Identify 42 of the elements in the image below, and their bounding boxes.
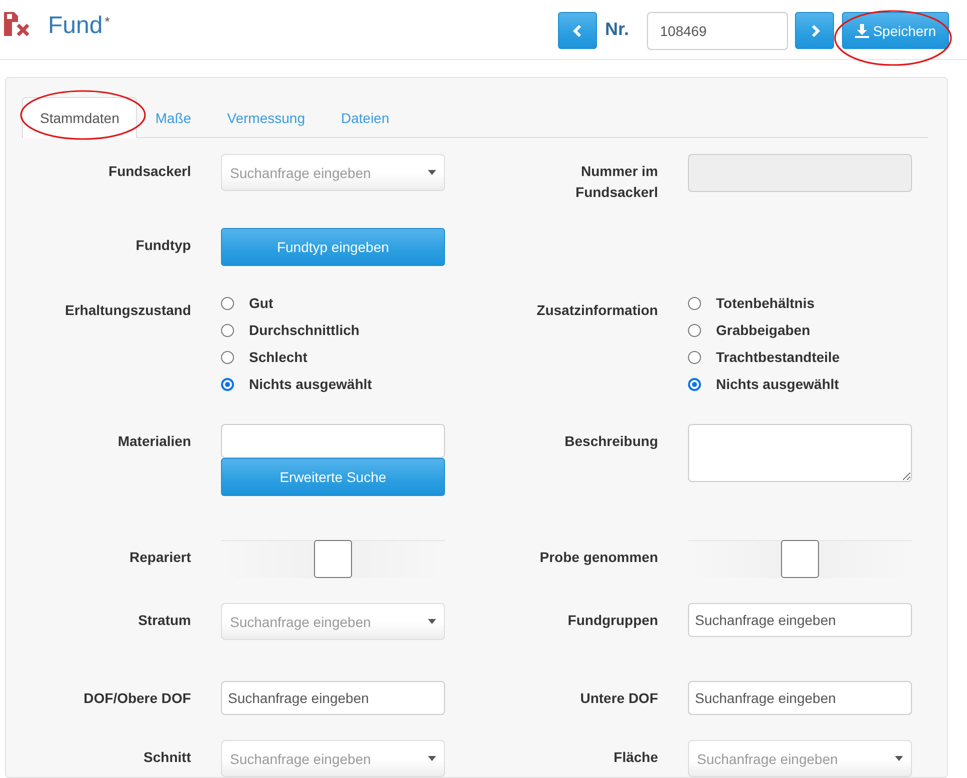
radio-option[interactable]: Gut — [221, 294, 445, 312]
field-label: Fläche — [614, 748, 658, 767]
number-label: Nr. — [605, 19, 630, 40]
radio-option[interactable]: Nichts ausgewählt — [221, 375, 445, 393]
search-field[interactable]: Suchanfrage eingeben — [688, 603, 912, 637]
search-field[interactable]: Suchanfrage eingeben — [221, 681, 445, 715]
number-field[interactable]: 108469 — [647, 12, 788, 50]
download-icon — [854, 24, 869, 38]
field-label: Zusatzinformation — [536, 301, 658, 320]
caret-icon — [428, 170, 436, 175]
field-label: Repariert — [130, 548, 191, 567]
field-label: Probe genommen — [540, 548, 658, 567]
field-label: Fundtyp — [136, 236, 191, 255]
field-label: Untere DOF — [580, 689, 658, 708]
description-field[interactable] — [688, 424, 912, 482]
field-label: Erhaltungszustand — [64, 301, 191, 320]
radio-option[interactable]: Schlecht — [221, 348, 445, 366]
checkbox[interactable] — [781, 540, 819, 578]
search-field[interactable]: Suchanfrage eingeben — [688, 681, 912, 715]
field-label: Materialien — [118, 432, 191, 451]
caret-icon — [428, 756, 436, 761]
field-label: Fundsackerl — [108, 162, 191, 181]
page-title: Fund$^{*}$ — [48, 12, 110, 40]
field-label: Nummer im Fundsackerl — [574, 162, 658, 202]
next-button[interactable] — [795, 12, 834, 49]
materials-field[interactable] — [221, 424, 445, 458]
radio-option[interactable]: Durchschnittlich — [221, 321, 445, 339]
field-label: DOF/Obere DOF — [84, 689, 191, 708]
radio-option[interactable]: Totenbehältnis — [688, 294, 912, 312]
radio-option[interactable]: Trachtbestandteile — [688, 348, 912, 366]
field-label: Stratum — [138, 611, 191, 630]
caret-icon — [895, 756, 903, 761]
field-label: Schnitt — [144, 748, 191, 767]
previous-button[interactable] — [558, 12, 597, 49]
field-label: Beschreibung — [564, 432, 658, 451]
field-label: Fundgruppen — [568, 611, 658, 630]
radio-option[interactable]: Grabbeigaben — [688, 321, 912, 339]
tab[interactable]: Stammdaten — [22, 97, 138, 138]
checkbox[interactable] — [314, 540, 352, 578]
radio-option[interactable]: Nichts ausgewählt — [688, 375, 912, 393]
caret-icon — [428, 619, 436, 624]
document-delete-icon — [3, 12, 31, 36]
